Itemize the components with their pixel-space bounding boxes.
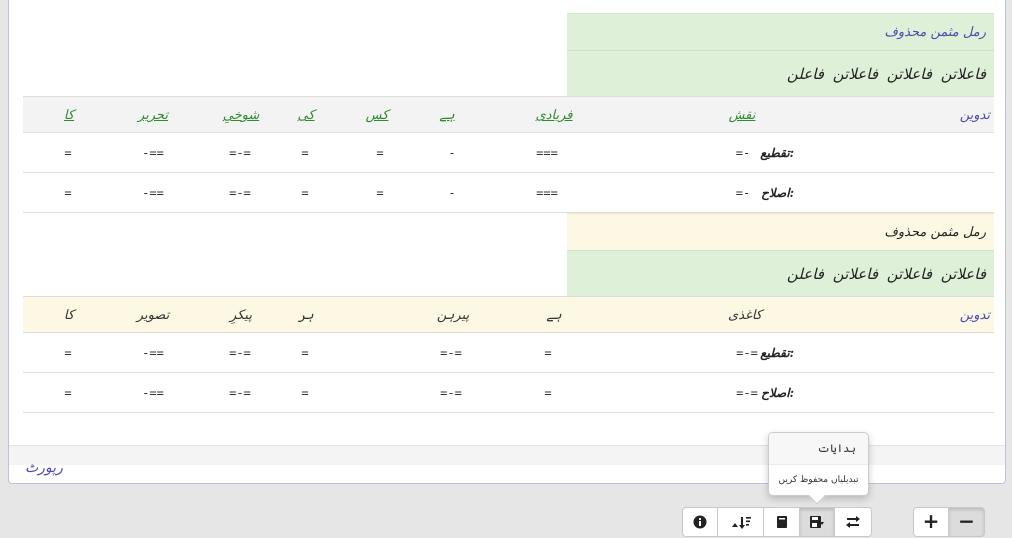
scansion-symbol: = — [64, 386, 72, 400]
report-link[interactable]: رپورٹ — [25, 460, 63, 476]
scansion-symbol: =-= — [736, 346, 758, 360]
scansion-symbol: =-= — [440, 386, 462, 400]
scansion-symbol: === — [536, 146, 558, 160]
save-icon — [810, 515, 824, 528]
scansion-symbol: = — [544, 346, 552, 360]
meter-name-1: رمل مثمن محذوف — [567, 13, 994, 50]
meter-pattern-1: فاعلاتن فاعلاتن فاعلاتن فاعلن — [567, 50, 994, 96]
meter-name-2: رمل مثمن محذوف — [567, 213, 994, 250]
sort-button[interactable] — [717, 507, 764, 537]
words-row-2: تدوین کاغذی ہے پیرہن ہر پیکرِ تصویر کا — [23, 296, 994, 333]
scansion-symbol: - — [448, 186, 456, 200]
scansion-symbol: =-= — [440, 346, 462, 360]
word-link[interactable]: ہے — [439, 97, 454, 134]
word-link[interactable]: شوخیِ — [223, 97, 259, 134]
scansion-symbol: =-= — [229, 346, 251, 360]
word[interactable]: ہے — [546, 297, 561, 334]
zoom-in-button[interactable]: + — [913, 507, 949, 537]
scansion-symbol: = — [64, 346, 72, 360]
islah-row-1: اصلاح: =- === - = = =-= -== = — [23, 173, 994, 213]
scansion-symbol: -== — [142, 386, 164, 400]
meter-pattern-2: فاعلاتن فاعلاتن فاعلاتن فاعلن — [567, 250, 994, 296]
swap-button[interactable] — [834, 507, 872, 537]
scansion-symbol: =-= — [736, 386, 758, 400]
taqti-row-1: تقطیع: =- === - = = =-= -== = — [23, 133, 994, 173]
scansion-symbol: = — [64, 186, 72, 200]
scansion-symbol: =- — [735, 186, 751, 200]
scansion-symbol: - — [448, 146, 456, 160]
save-button[interactable] — [799, 507, 835, 537]
words-row-1: تدوین نقش فریادی ہے کس کی شوخیِ تحریر کا — [23, 96, 994, 133]
word-link[interactable]: کی — [297, 97, 314, 134]
taqti-panel: رمل مثمن محذوف فاعلاتن فاعلاتن فاعلاتن ف… — [8, 0, 1006, 484]
word[interactable]: ہر — [298, 297, 313, 334]
word[interactable]: کا — [64, 297, 74, 334]
taqti-row-2: تقطیع: =-= = =-= = =-= -== = — [23, 333, 994, 373]
scansion-symbol: = — [301, 186, 309, 200]
scansion-symbol: = — [301, 146, 309, 160]
islah-row-2: اصلاح: =-= = =-= = =-= -== = — [23, 373, 994, 413]
word-link[interactable]: کس — [366, 97, 389, 134]
word[interactable]: تصویر — [137, 297, 169, 334]
scansion-symbol: =-= — [229, 146, 251, 160]
zoom-out-button[interactable]: − — [948, 507, 985, 537]
word[interactable]: پیرہن — [437, 297, 469, 334]
book-icon — [776, 515, 787, 528]
taqti-label: تقطیع: — [760, 146, 794, 160]
info-button[interactable] — [682, 507, 718, 537]
word[interactable]: کاغذی — [728, 297, 762, 334]
scansion-symbol: = — [544, 386, 552, 400]
word-link[interactable]: تحریر — [138, 97, 168, 134]
scansion-symbol: = — [301, 346, 309, 360]
islah-label: اصلاح: — [761, 186, 794, 200]
taqti-label: تقطیع: — [760, 346, 794, 360]
scansion-symbol: =-= — [229, 186, 251, 200]
scansion-symbol: =-= — [229, 386, 251, 400]
sort-icon — [731, 516, 751, 529]
scansion-symbol: -== — [142, 346, 164, 360]
scansion-symbol: -== — [142, 146, 164, 160]
word[interactable]: پیکرِ — [230, 297, 252, 334]
word-link[interactable]: نقش — [729, 97, 756, 134]
word-link[interactable]: فریادی — [536, 97, 573, 134]
scansion-symbol: = — [376, 186, 384, 200]
tadween-label: تدوین — [959, 308, 990, 323]
save-popover: ہدایات تبدیلیاں محفوظ کریں — [768, 432, 869, 505]
islah-label: اصلاح: — [761, 386, 794, 400]
book-button[interactable] — [763, 507, 800, 537]
scansion-symbol: === — [536, 186, 558, 200]
scansion-symbol: = — [376, 146, 384, 160]
scansion-symbol: = — [301, 386, 309, 400]
tadween-label: تدوین — [959, 108, 990, 123]
swap-icon — [846, 515, 860, 528]
scansion-symbol: =- — [735, 146, 751, 160]
scansion-symbol: -== — [142, 186, 164, 200]
word-link[interactable]: کا — [64, 97, 74, 134]
popover-title: ہدایات — [769, 433, 868, 465]
scansion-symbol: = — [64, 146, 72, 160]
info-icon — [693, 515, 707, 528]
